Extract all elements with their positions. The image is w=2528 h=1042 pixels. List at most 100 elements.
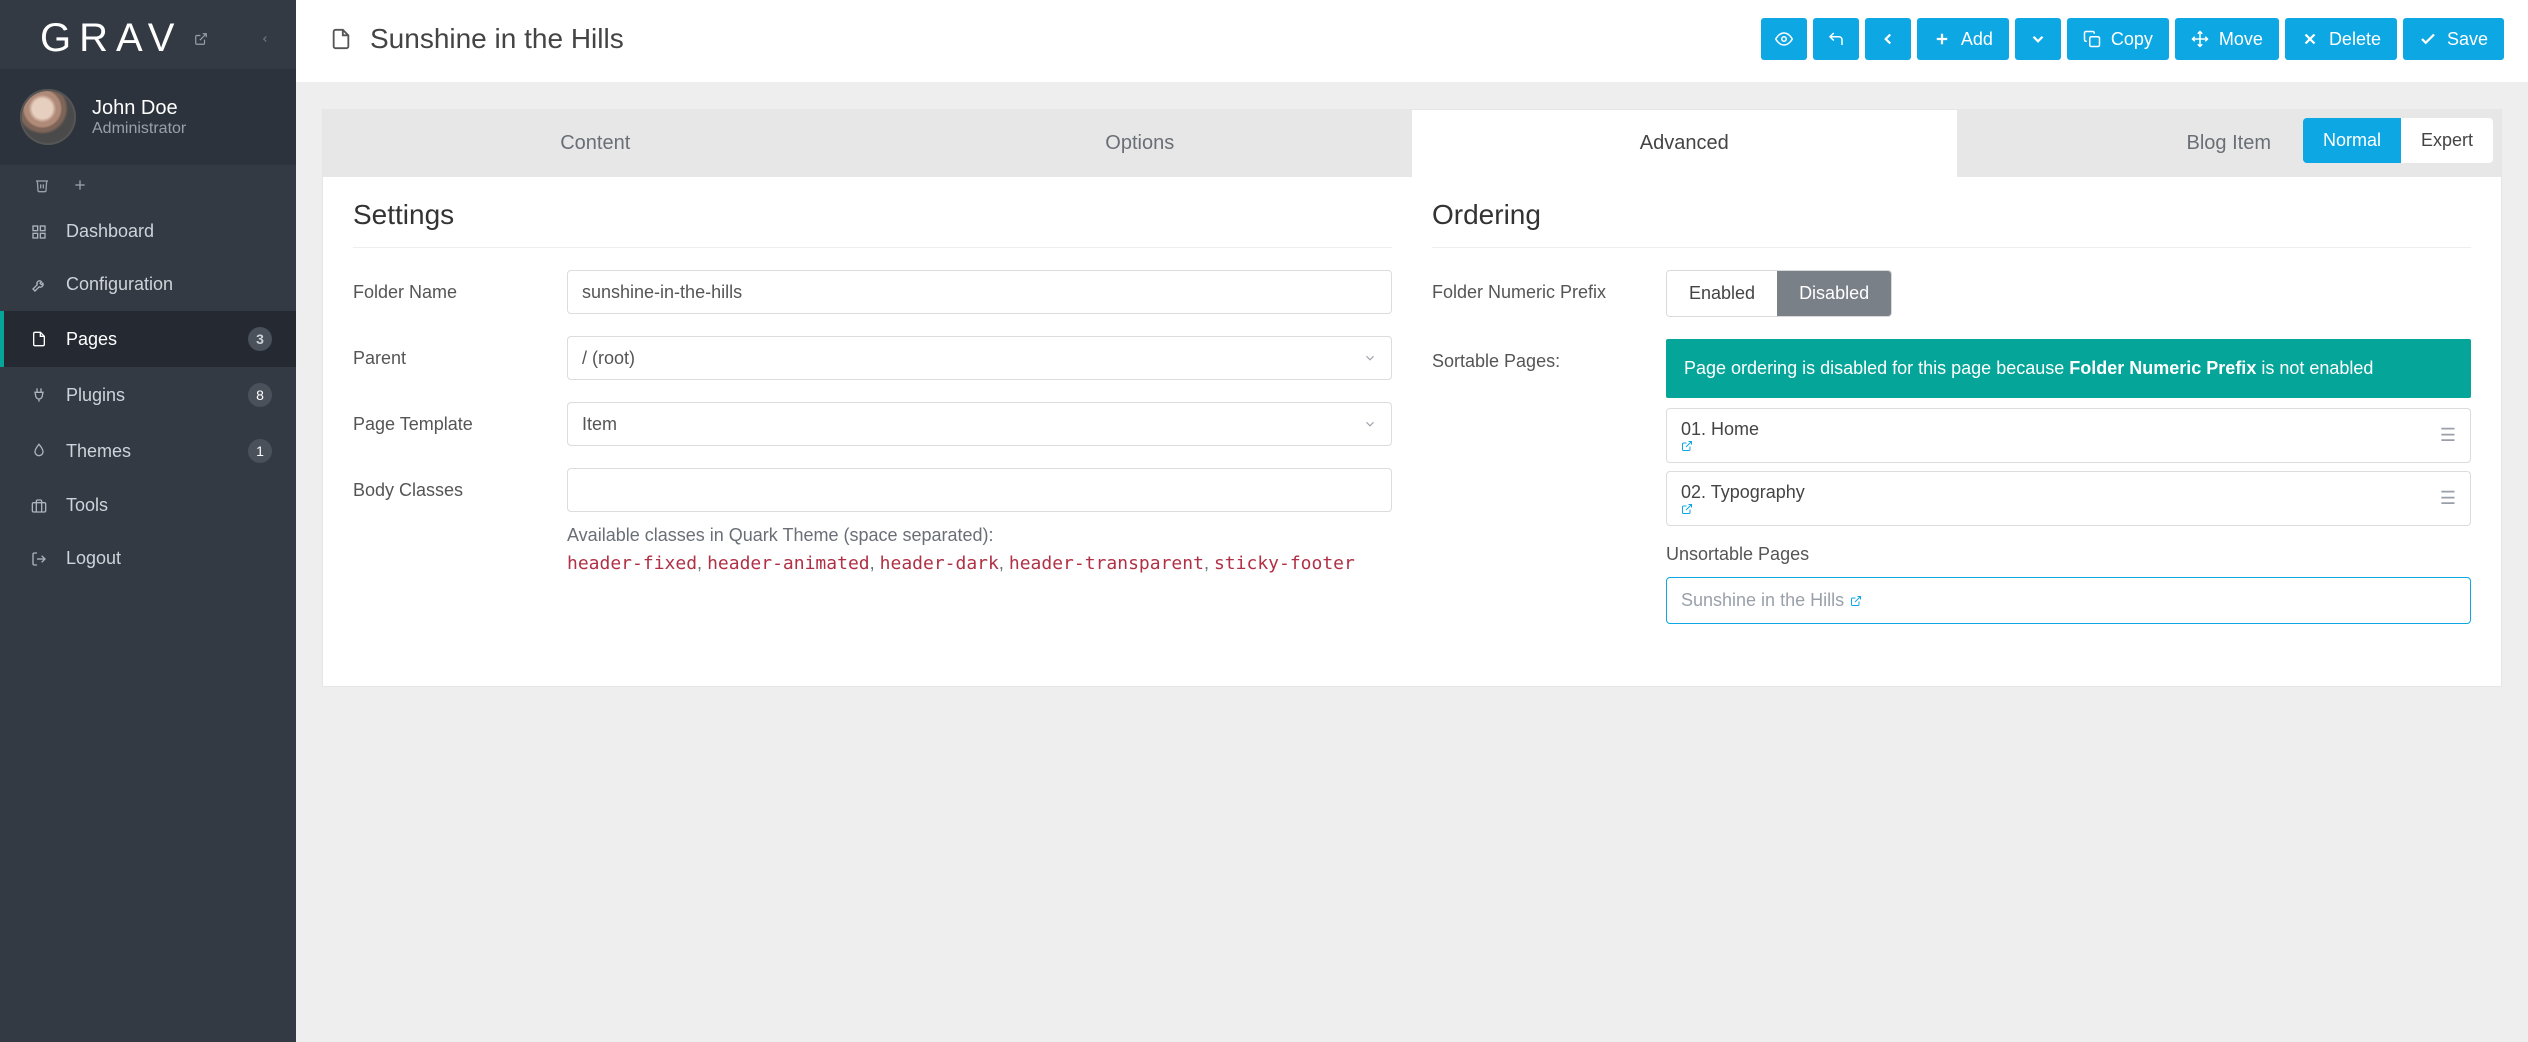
brand-name: GRAV <box>40 16 182 61</box>
sortable-item-label: 02. Typography <box>1681 482 1805 502</box>
body-classes-label: Body Classes <box>353 468 543 501</box>
button-label: Copy <box>2111 29 2153 50</box>
external-link-icon[interactable] <box>1681 503 1811 515</box>
button-label: Delete <box>2329 29 2381 50</box>
sidebar-item-label: Pages <box>66 329 117 350</box>
sortable-item[interactable]: 01. Home ☰ <box>1666 408 2471 463</box>
prefix-label: Folder Numeric Prefix <box>1432 270 1642 303</box>
class-code: header-transparent <box>1009 553 1204 574</box>
sidebar-item-tools[interactable]: Tools <box>0 479 296 532</box>
copy-button[interactable]: Copy <box>2067 18 2169 60</box>
page-title: Sunshine in the Hills <box>370 23 624 55</box>
sidebar-item-themes[interactable]: Themes 1 <box>0 423 296 479</box>
sidebar-item-configuration[interactable]: Configuration <box>0 258 296 311</box>
wrench-icon <box>30 277 48 293</box>
user-block[interactable]: John Doe Administrator <box>0 69 296 165</box>
sidebar-item-label: Logout <box>66 548 121 569</box>
user-role: Administrator <box>92 120 186 138</box>
sidebar-item-plugins[interactable]: Plugins 8 <box>0 367 296 423</box>
body-classes-help: Available classes in Quark Theme (space … <box>567 522 1392 578</box>
panel: Content Options Advanced Blog Item Norma… <box>322 109 2502 687</box>
sidebar-badge: 8 <box>248 383 272 407</box>
button-label: Move <box>2219 29 2263 50</box>
main: Sunshine in the Hills <box>296 0 2528 1042</box>
move-button[interactable]: Move <box>2175 18 2279 60</box>
select-value: / (root) <box>582 348 635 369</box>
back-button[interactable] <box>1865 18 1911 60</box>
unsortable-item: Sunshine in the Hills <box>1666 577 2471 624</box>
titlebar: Sunshine in the Hills <box>296 0 2528 83</box>
sortable-label: Sortable Pages: <box>1432 339 1642 372</box>
logout-icon <box>30 551 48 567</box>
plus-icon <box>1933 30 1951 48</box>
class-code: header-fixed <box>567 553 697 574</box>
sidebar-item-dashboard[interactable]: Dashboard <box>0 205 296 258</box>
delete-button[interactable]: Delete <box>2285 18 2397 60</box>
drag-handle-icon[interactable]: ☰ <box>2440 488 2456 509</box>
notice-text: is not enabled <box>2256 358 2373 378</box>
drop-icon <box>30 443 48 459</box>
tabs: Content Options Advanced Blog Item <box>323 110 2501 177</box>
avatar <box>20 89 76 145</box>
ordering-notice: Page ordering is disabled for this page … <box>1666 339 2471 398</box>
class-code: sticky-footer <box>1214 553 1355 574</box>
mode-normal-button[interactable]: Normal <box>2303 118 2401 163</box>
prefix-disabled-button[interactable]: Disabled <box>1777 271 1891 316</box>
sidebar-item-label: Themes <box>66 441 131 462</box>
sidebar-item-pages[interactable]: Pages 3 <box>0 311 296 367</box>
parent-label: Parent <box>353 336 543 369</box>
folder-name-label: Folder Name <box>353 270 543 303</box>
briefcase-icon <box>30 498 48 514</box>
trash-icon[interactable] <box>34 177 50 193</box>
undo-icon <box>1827 30 1845 48</box>
chevron-left-icon <box>1879 30 1897 48</box>
body-classes-input[interactable] <box>567 468 1392 512</box>
tab-options[interactable]: Options <box>868 110 1413 177</box>
sortable-item-label: 01. Home <box>1681 419 1759 439</box>
sidebar-item-label: Tools <box>66 495 108 516</box>
sidebar-item-label: Configuration <box>66 274 173 295</box>
folder-name-input[interactable] <box>567 270 1392 314</box>
tab-content[interactable]: Content <box>323 110 868 177</box>
external-link-icon[interactable] <box>1850 595 1862 607</box>
unsortable-label: Unsortable Pages <box>1666 544 2471 565</box>
button-label: Add <box>1961 29 1993 50</box>
plus-icon[interactable] <box>72 177 88 193</box>
add-dropdown-button[interactable] <box>2015 18 2061 60</box>
close-icon <box>2301 30 2319 48</box>
sidebar-collapse-icon[interactable] <box>254 25 276 53</box>
chevron-down-icon <box>1363 417 1377 431</box>
sidebar-item-label: Plugins <box>66 385 125 406</box>
sidebar-badge: 1 <box>248 439 272 463</box>
undo-button[interactable] <box>1813 18 1859 60</box>
button-label: Save <box>2447 29 2488 50</box>
sidebar-item-logout[interactable]: Logout <box>0 532 296 585</box>
add-button[interactable]: Add <box>1917 18 2009 60</box>
help-prefix: Available classes in Quark Theme (space … <box>567 525 994 545</box>
mode-expert-button[interactable]: Expert <box>2401 118 2493 163</box>
eye-icon <box>1775 30 1793 48</box>
check-icon <box>2419 30 2437 48</box>
external-link-icon[interactable] <box>194 32 208 46</box>
prefix-enabled-button[interactable]: Enabled <box>1667 271 1777 316</box>
class-code: header-dark <box>880 553 999 574</box>
save-button[interactable]: Save <box>2403 18 2504 60</box>
parent-select[interactable]: / (root) <box>567 336 1392 380</box>
ordering-heading: Ordering <box>1432 199 2471 248</box>
prefix-toggle: Enabled Disabled <box>1666 270 1892 317</box>
preview-button[interactable] <box>1761 18 1807 60</box>
sidebar-badge: 3 <box>248 327 272 351</box>
settings-column: Settings Folder Name Parent / (roo <box>353 199 1392 646</box>
page-template-select[interactable]: Item <box>567 402 1392 446</box>
move-icon <box>2191 30 2209 48</box>
select-value: Item <box>582 414 617 435</box>
chevron-down-icon <box>2029 30 2047 48</box>
brand-logo[interactable]: GRAV <box>40 16 208 61</box>
mode-toggle: Normal Expert <box>2303 118 2493 163</box>
tab-advanced[interactable]: Advanced <box>1412 110 1957 177</box>
drag-handle-icon[interactable]: ☰ <box>2440 425 2456 446</box>
toolbar: Add Copy Move <box>1761 18 2504 60</box>
external-link-icon[interactable] <box>1681 440 1765 452</box>
sortable-item[interactable]: 02. Typography ☰ <box>1666 471 2471 526</box>
user-name: John Doe <box>92 97 186 120</box>
